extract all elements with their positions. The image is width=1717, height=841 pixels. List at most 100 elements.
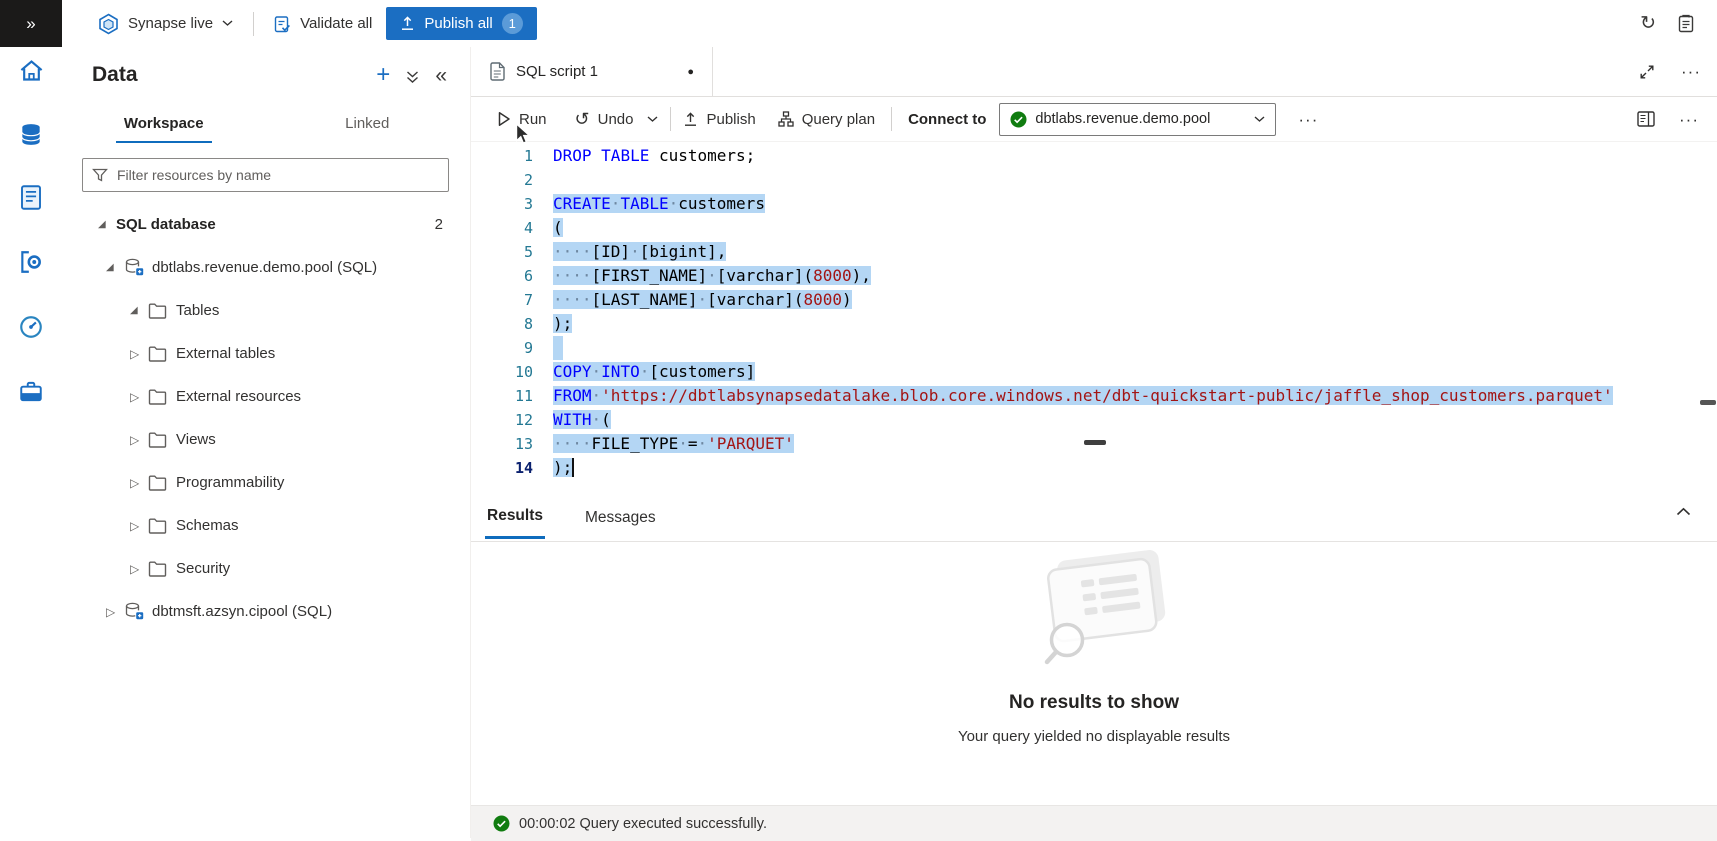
tab-results[interactable]: Results <box>485 494 545 539</box>
environment-switcher[interactable]: Synapse live <box>98 13 233 35</box>
tab-sql-script-1[interactable]: SQL script 1 ● <box>471 47 713 96</box>
collapse-panel-button[interactable]: « <box>435 65 447 86</box>
nav-home-button[interactable] <box>16 55 46 85</box>
tab-messages[interactable]: Messages <box>583 496 658 538</box>
tab-more-actions-button[interactable]: ··· <box>1681 63 1701 80</box>
code-line[interactable]: 6 ····[FIRST_NAME]·[varchar](8000), <box>471 264 1717 288</box>
tree-collapsed-arrow-icon[interactable]: ▷ <box>130 519 148 533</box>
tree-item-security[interactable]: ▷Security <box>62 547 469 590</box>
tree-item-dbtmsft-azsyn-cipool-sql[interactable]: ▷dbtmsft.azsyn.cipool (SQL) <box>62 590 469 633</box>
code-line[interactable]: 5 ····[ID]·[bigint], <box>471 240 1717 264</box>
run-button[interactable]: Run <box>497 111 547 128</box>
scrollbar-thumb[interactable] <box>1700 400 1716 405</box>
expand-nav-button[interactable]: » <box>0 0 62 47</box>
empty-results-subtitle: Your query yielded no displayable result… <box>471 728 1717 745</box>
line-number[interactable]: 2 <box>471 168 533 192</box>
tree-collapsed-arrow-icon[interactable]: ▷ <box>130 476 148 490</box>
tree-expanded-arrow-icon[interactable]: ◢ <box>98 219 116 230</box>
toolbar-more-actions-button[interactable]: ··· <box>1298 111 1318 128</box>
line-content[interactable]: ); <box>553 312 572 336</box>
nav-integrate-button[interactable] <box>16 247 46 277</box>
line-number[interactable]: 9 <box>471 336 533 360</box>
code-line[interactable]: 3 CREATE·TABLE·customers <box>471 192 1717 216</box>
tree-expanded-arrow-icon[interactable]: ◢ <box>106 262 124 273</box>
nav-data-button[interactable] <box>16 119 46 149</box>
line-content[interactable]: ····FILE_TYPE·=·'PARQUET' <box>553 432 794 456</box>
line-number[interactable]: 1 <box>471 144 533 168</box>
code-line[interactable]: 1 DROP TABLE customers; <box>471 144 1717 168</box>
line-number[interactable]: 14 <box>471 456 533 480</box>
line-content[interactable]: COPY·INTO·[customers] <box>553 360 755 384</box>
clipboard-icon[interactable] <box>1678 14 1695 33</box>
refresh-icon[interactable]: ↻ <box>1640 14 1656 33</box>
line-content[interactable]: ); <box>553 456 574 480</box>
code-line[interactable]: 4( <box>471 216 1717 240</box>
publish-button[interactable]: Publish <box>683 111 755 128</box>
undo-dropdown-chevron[interactable] <box>647 116 658 123</box>
connect-to-dropdown[interactable]: dbtlabs.revenue.demo.pool <box>999 103 1276 136</box>
line-content[interactable]: CREATE·TABLE·customers <box>553 192 765 216</box>
tree-item-external-resources[interactable]: ▷External resources <box>62 375 469 418</box>
tree-collapsed-arrow-icon[interactable]: ▷ <box>106 605 124 619</box>
line-number[interactable]: 7 <box>471 288 533 312</box>
line-number[interactable]: 12 <box>471 408 533 432</box>
line-content[interactable]: ( <box>553 216 563 240</box>
tree-item-dbtlabs-revenue-demo-pool-sql[interactable]: ◢dbtlabs.revenue.demo.pool (SQL) <box>62 246 469 289</box>
tree-expanded-arrow-icon[interactable]: ◢ <box>130 305 148 316</box>
validate-all-button[interactable]: Validate all <box>274 15 372 33</box>
line-number[interactable]: 10 <box>471 360 533 384</box>
results-splitter-handle[interactable] <box>1084 440 1106 445</box>
tree-item-tables[interactable]: ◢Tables <box>62 289 469 332</box>
line-number[interactable]: 13 <box>471 432 533 456</box>
line-number[interactable]: 4 <box>471 216 533 240</box>
double-chevron-down-icon[interactable] <box>406 70 419 84</box>
code-line[interactable]: 14); <box>471 456 1717 480</box>
line-number[interactable]: 11 <box>471 384 533 408</box>
code-line[interactable]: 9 <box>471 336 1717 360</box>
line-content[interactable]: FROM·'https://dbtlabsynapsedatalake.blob… <box>553 384 1613 408</box>
add-resource-button[interactable]: + <box>376 63 390 87</box>
line-content[interactable]: ····[FIRST_NAME]·[varchar](8000), <box>553 264 871 288</box>
unsaved-dot-icon: ● <box>687 66 694 78</box>
code-line[interactable]: 12 WITH·( <box>471 408 1717 432</box>
more-actions-button[interactable]: ··· <box>1679 111 1699 128</box>
expand-editor-icon[interactable] <box>1639 64 1655 80</box>
line-content[interactable]: ····[LAST_NAME]·[varchar](8000) <box>553 288 852 312</box>
nav-develop-button[interactable] <box>16 182 46 212</box>
line-content[interactable]: ····[ID]·[bigint], <box>553 240 726 264</box>
tree-collapsed-arrow-icon[interactable]: ▷ <box>130 390 148 404</box>
tree-item-programmability[interactable]: ▷Programmability <box>62 461 469 504</box>
code-line[interactable]: 2 <box>471 168 1717 192</box>
tree-collapsed-arrow-icon[interactable]: ▷ <box>130 347 148 361</box>
query-plan-icon <box>778 111 794 127</box>
properties-panel-icon[interactable] <box>1637 111 1655 127</box>
line-number[interactable]: 5 <box>471 240 533 264</box>
line-number[interactable]: 3 <box>471 192 533 216</box>
tab-workspace[interactable]: Workspace <box>62 109 266 143</box>
nav-manage-button[interactable] <box>16 376 46 406</box>
line-content[interactable] <box>553 336 563 360</box>
tree-collapsed-arrow-icon[interactable]: ▷ <box>130 433 148 447</box>
tree-item-views[interactable]: ▷Views <box>62 418 469 461</box>
query-plan-button[interactable]: Query plan <box>778 111 875 128</box>
line-number[interactable]: 8 <box>471 312 533 336</box>
filter-resources-input[interactable] <box>82 158 449 192</box>
tree-item-schemas[interactable]: ▷Schemas <box>62 504 469 547</box>
tab-linked[interactable]: Linked <box>266 109 470 143</box>
collapse-results-chevron[interactable] <box>1676 507 1691 516</box>
tree-collapsed-arrow-icon[interactable]: ▷ <box>130 562 148 576</box>
code-line[interactable]: 8); <box>471 312 1717 336</box>
publish-all-button[interactable]: Publish all 1 <box>386 7 536 40</box>
tree-item-external-tables[interactable]: ▷External tables <box>62 332 469 375</box>
nav-monitor-button[interactable] <box>16 312 46 342</box>
line-content[interactable]: WITH·( <box>553 408 611 432</box>
undo-button[interactable]: ↺ Undo <box>575 110 634 128</box>
top-app-bar: » Synapse live Validate all Publish all … <box>0 0 1717 47</box>
tree-item-sql-database[interactable]: ◢SQL database2 <box>62 203 469 246</box>
code-line[interactable]: 7 ····[LAST_NAME]·[varchar](8000) <box>471 288 1717 312</box>
line-number[interactable]: 6 <box>471 264 533 288</box>
toolbox-icon <box>18 379 44 403</box>
code-line[interactable]: 10 COPY·INTO·[customers] <box>471 360 1717 384</box>
code-line[interactable]: 11 FROM·'https://dbtlabsynapsedatalake.bl… <box>471 384 1717 408</box>
line-content[interactable]: DROP TABLE customers; <box>553 144 755 168</box>
